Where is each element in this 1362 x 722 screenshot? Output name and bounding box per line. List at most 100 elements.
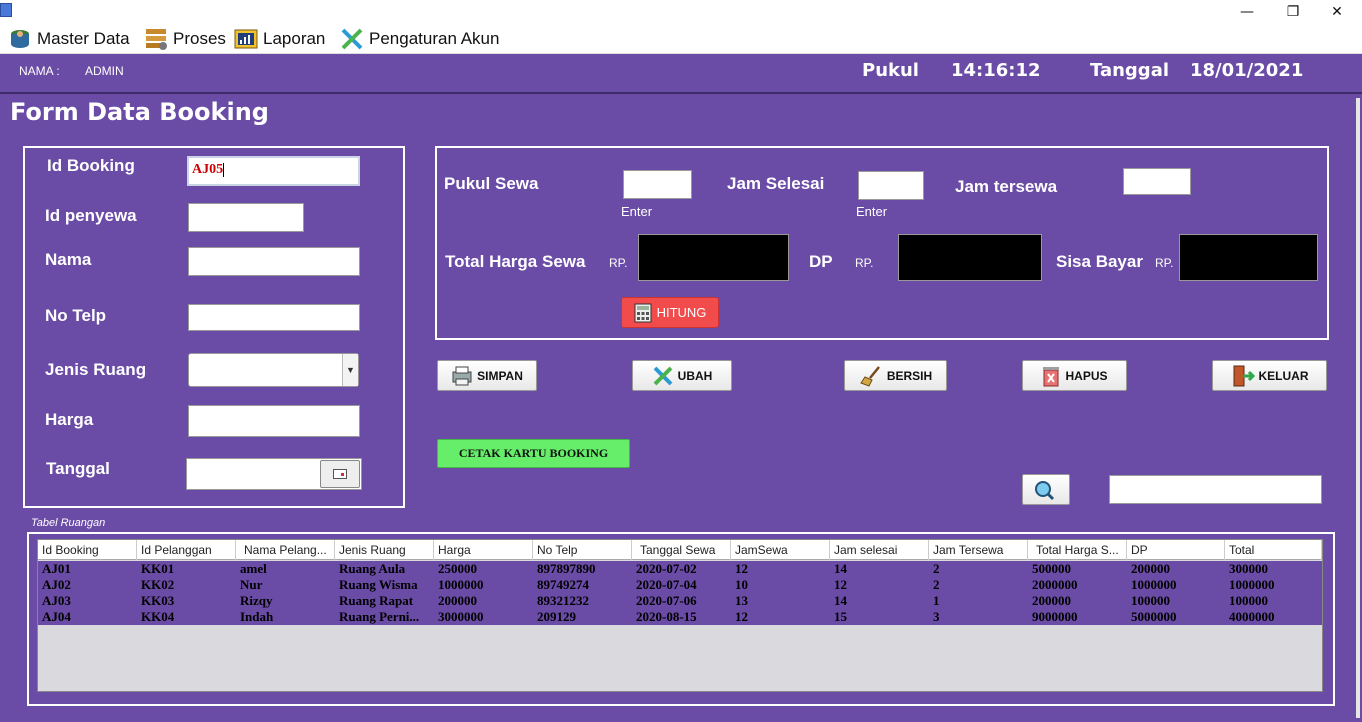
column-header[interactable]: Total Harga S...	[1028, 540, 1127, 560]
table-cell: 2000000	[1032, 577, 1078, 592]
nama-label-form: Nama	[45, 250, 92, 269]
dp-input[interactable]	[898, 234, 1042, 281]
jam-selesai-label: Jam Selesai	[727, 174, 825, 193]
column-header[interactable]: Id Booking	[38, 540, 137, 560]
menu-pengaturan-akun[interactable]: Pengaturan Akun	[340, 27, 499, 51]
table-caption: Tabel Ruangan	[31, 517, 106, 529]
jenis-ruang-select[interactable]: ▼	[188, 353, 359, 387]
ubah-label: UBAH	[677, 368, 713, 383]
pukul-sewa-input[interactable]	[623, 170, 692, 199]
table-cell: 2020-07-04	[636, 577, 697, 592]
pukul-sewa-label: Pukul Sewa	[444, 174, 539, 193]
table-cell: Rizqy	[240, 593, 273, 608]
table-cell: 12	[834, 577, 847, 592]
jam-selesai-input[interactable]	[858, 171, 924, 200]
table-cell: 897897890	[537, 561, 596, 576]
close-button[interactable]: ✕	[1314, 0, 1360, 23]
enter-hint: Enter	[621, 204, 653, 219]
harga-input[interactable]	[188, 405, 360, 437]
chevron-down-icon[interactable]: ▼	[342, 354, 358, 386]
table-cell: 2020-07-06	[636, 593, 697, 608]
restore-button[interactable]: ❐	[1270, 0, 1316, 23]
column-header[interactable]: DP	[1127, 540, 1225, 560]
table-cell: 200000	[1032, 593, 1071, 608]
column-header[interactable]: Jam Tersewa	[929, 540, 1028, 560]
jam-tersewa-label: Jam tersewa	[955, 177, 1058, 196]
column-header[interactable]: Total	[1225, 540, 1322, 560]
hapus-label: HAPUS	[1065, 368, 1108, 383]
jenis-ruang-label: Jenis Ruang	[45, 360, 147, 379]
column-header[interactable]: Harga	[434, 540, 533, 560]
menu-laporan[interactable]: Laporan	[234, 27, 325, 51]
menu-master-data[interactable]: Master Data	[8, 27, 130, 51]
text-caret	[223, 162, 225, 177]
column-header[interactable]: Id Pelanggan	[137, 540, 236, 560]
column-header[interactable]: No Telp	[533, 540, 632, 560]
nama-label: NAMA :	[19, 64, 60, 78]
calendar-button[interactable]	[320, 460, 360, 488]
menu-label: Master Data	[37, 29, 130, 48]
table-cell: KK04	[141, 609, 175, 624]
menu-label: Laporan	[263, 29, 326, 48]
id-penyewa-input[interactable]	[188, 203, 304, 232]
table-cell: AJ03	[42, 593, 71, 608]
table-cell: 10	[735, 577, 748, 592]
column-header[interactable]: Nama Pelang...	[236, 540, 335, 560]
trash-icon	[1043, 366, 1060, 386]
table-cell: amel	[240, 561, 267, 576]
no-telp-input[interactable]	[188, 304, 360, 331]
nama-input[interactable]	[188, 247, 360, 276]
hitung-button[interactable]: HITUNG	[621, 297, 719, 328]
table-cell: Indah	[240, 609, 274, 624]
hapus-button[interactable]: HAPUS	[1022, 360, 1127, 391]
scrollbar-strip	[1356, 98, 1360, 718]
process-icon	[146, 29, 167, 50]
search-button[interactable]	[1022, 474, 1070, 505]
table-row[interactable]: AJ03 KK03 Rizqy Ruang Rapat 200000 89321…	[38, 593, 1322, 609]
pukul-label: Pukul	[862, 60, 919, 81]
cetak-kartu-booking-button[interactable]: CETAK KARTU BOOKING	[437, 439, 630, 468]
column-header[interactable]: Tanggal Sewa	[632, 540, 731, 560]
table-row[interactable]: AJ01 KK01 amel Ruang Aula 250000 8978978…	[38, 561, 1322, 577]
ubah-button[interactable]: UBAH	[632, 360, 732, 391]
minimize-button[interactable]: —	[1224, 0, 1270, 23]
search-input[interactable]	[1109, 475, 1322, 504]
table-cell: 200000	[438, 593, 477, 608]
edit-tools-icon	[653, 366, 673, 385]
booking-table[interactable]: Id Booking Id Pelanggan Nama Pelang... J…	[37, 539, 1323, 692]
calendar-icon	[333, 469, 347, 479]
table-cell: 2020-07-02	[636, 561, 697, 576]
table-cell: 13	[735, 593, 748, 608]
divider	[0, 92, 1362, 94]
table-header: Id Booking Id Pelanggan Nama Pelang... J…	[38, 540, 1322, 560]
column-header[interactable]: Jam selesai	[830, 540, 929, 560]
table-row[interactable]: AJ02 KK02 Nur Ruang Wisma 1000000 897492…	[38, 577, 1322, 593]
app-icon	[0, 3, 12, 17]
keluar-button[interactable]: KELUAR	[1212, 360, 1327, 391]
rp-label: RP.	[855, 256, 874, 270]
calculator-icon	[634, 303, 652, 322]
table-cell: 15	[834, 609, 847, 624]
table-cell: 12	[735, 609, 748, 624]
simpan-label: SIMPAN	[477, 368, 523, 383]
bersih-button[interactable]: BERSIH	[844, 360, 947, 391]
table-cell: 14	[834, 561, 847, 576]
table-body: AJ01 KK01 amel Ruang Aula 250000 8978978…	[38, 561, 1322, 625]
jam-tersewa-input[interactable]	[1123, 168, 1191, 195]
table-cell: 250000	[438, 561, 477, 576]
dp-label: DP	[809, 252, 833, 271]
title-bar: — ❐ ✕	[0, 0, 1362, 23]
database-user-icon	[11, 30, 29, 48]
table-cell: 5000000	[1131, 609, 1177, 624]
column-header[interactable]: Jenis Ruang	[335, 540, 434, 560]
menu-proses[interactable]: Proses	[144, 27, 226, 51]
table-cell: 4000000	[1229, 609, 1275, 624]
simpan-button[interactable]: SIMPAN	[437, 360, 537, 391]
table-cell: 209129	[537, 609, 576, 624]
table-row[interactable]: AJ04 KK04 Indah Ruang Perni... 3000000 2…	[38, 609, 1322, 625]
table-cell: Ruang Wisma	[339, 577, 418, 592]
id-booking-input[interactable]: AJ05	[187, 156, 360, 186]
keluar-label: KELUAR	[1258, 368, 1309, 383]
column-header[interactable]: JamSewa	[731, 540, 830, 560]
hitung-label: HITUNG	[656, 305, 707, 320]
